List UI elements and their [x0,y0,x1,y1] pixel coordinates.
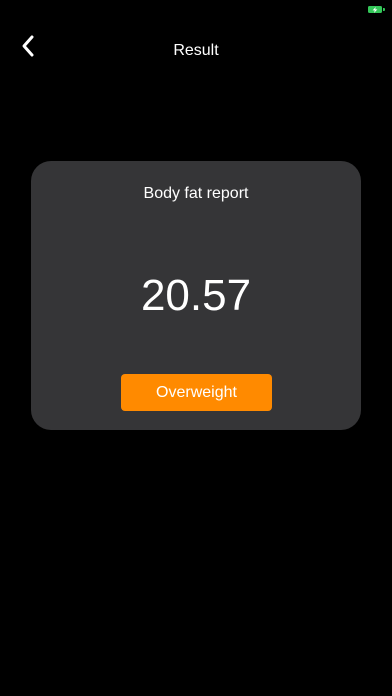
body-fat-value: 20.57 [140,271,252,320]
status-badge-button[interactable]: Overweight [121,374,272,411]
page-title: Result [173,42,219,59]
navigation-bar: Result [0,22,392,82]
battery-charging-icon [368,6,385,13]
body-fat-report-card: Body fat report 20.57 Overweight [31,161,361,430]
card-title: Body fat report [143,185,249,202]
status-bar [0,0,392,20]
